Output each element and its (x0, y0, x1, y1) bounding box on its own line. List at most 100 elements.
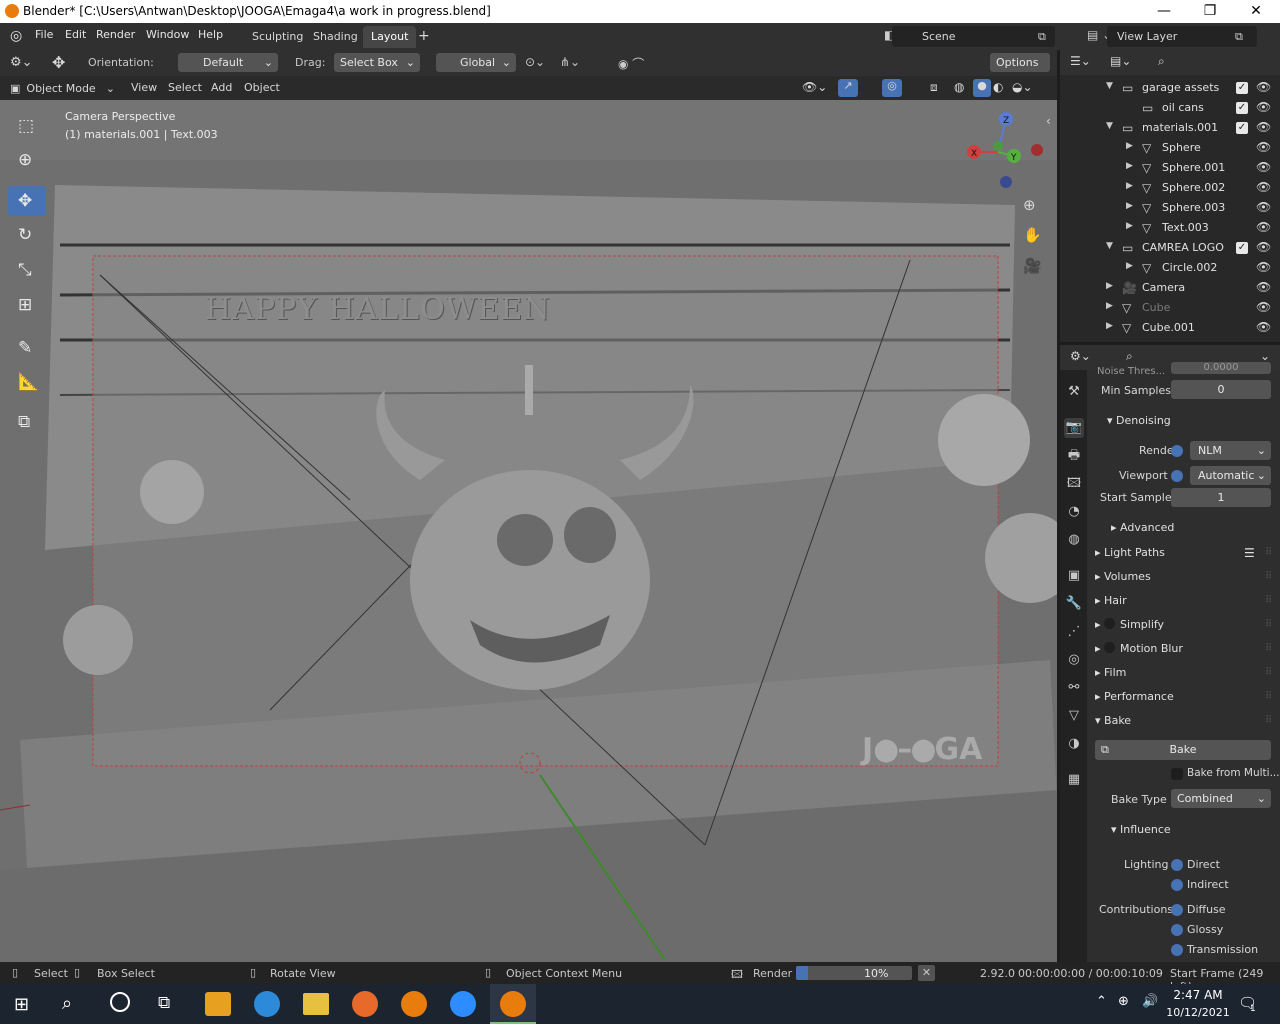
render-tab-icon[interactable]: 📷 (1064, 418, 1084, 438)
material-tab-icon[interactable]: ◑ (1064, 734, 1084, 754)
physics-tab-icon[interactable]: ◎ (1064, 650, 1084, 670)
panel-header-performance[interactable]: ▸ Performance ⠿ (1095, 686, 1275, 708)
maximize-button[interactable]: ❐ (1187, 0, 1233, 23)
editor-type-icon[interactable]: ☰⌄ (1070, 54, 1091, 68)
collapsed-triangle-icon[interactable]: ▶ (1126, 161, 1133, 171)
scene-tab-icon[interactable]: ◔ (1064, 502, 1084, 522)
exclude-checkbox[interactable]: ✓ (1236, 102, 1248, 114)
expand-triangle-icon[interactable]: ▼ (1106, 121, 1113, 131)
menu-edit[interactable]: Edit (65, 28, 86, 41)
transform-orientation-dropdown[interactable]: Global ⌄ (436, 53, 516, 72)
drag-grip-icon[interactable]: ⠿ (1265, 662, 1272, 684)
drag-grip-icon[interactable]: ⠿ (1265, 638, 1272, 660)
rendered-shading-icon[interactable]: ◒⌄ (1012, 80, 1033, 94)
outliner-row[interactable]: ▶ 🎥 Camera 👁 (1060, 278, 1280, 298)
file-explorer-icon[interactable] (303, 993, 329, 1015)
constraints-tab-icon[interactable]: ⚯ (1064, 678, 1084, 698)
data-tab-icon[interactable]: ▽ (1064, 706, 1084, 726)
gizmo-toggle-icon[interactable]: ↗ (838, 79, 858, 97)
display-mode-icon[interactable]: ▤⌄ (1110, 54, 1131, 68)
vp-menu-select[interactable]: Select (168, 81, 202, 94)
outliner-row[interactable]: ▶ ▽ Circle.002 👁 (1060, 258, 1280, 278)
visibility-eye-icon[interactable]: 👁 (1256, 160, 1271, 174)
solid-shading-icon[interactable]: ● (973, 79, 991, 97)
texture-tab-icon[interactable]: ▦ (1064, 770, 1084, 790)
sidebar-toggle-icon[interactable]: ‹ (1046, 114, 1051, 128)
task-view-icon[interactable]: ⧉ (158, 993, 170, 1013)
outliner-row[interactable]: ▶ ▽ Sphere 👁 (1060, 138, 1280, 158)
output-tab-icon[interactable]: 🖶 (1064, 446, 1084, 466)
tool-icon[interactable]: ⚙⌄ (10, 55, 33, 70)
visibility-eye-icon[interactable]: 👁 (1256, 300, 1271, 314)
cursor-tool-button[interactable]: ⊕ (8, 145, 46, 175)
snap-icon[interactable]: ⋔⌄ (560, 55, 580, 69)
noise-threshold-field[interactable]: 0.0000 (1171, 362, 1271, 374)
bake-from-multi-checkbox[interactable] (1171, 768, 1183, 780)
collapsed-triangle-icon[interactable]: ▶ (1106, 301, 1113, 311)
exclude-checkbox[interactable]: ✓ (1236, 82, 1248, 94)
drag-grip-icon[interactable]: ⠿ (1265, 542, 1272, 564)
outliner-row[interactable]: ▼ ▭ CAMREA LOGO ✓ 👁 (1060, 238, 1280, 258)
network-icon[interactable]: ⊕ (1118, 994, 1129, 1009)
outliner-row[interactable]: ▶ ▽ Cube.001 👁 (1060, 318, 1280, 338)
props-search-icon[interactable]: ⌕ (1126, 349, 1133, 364)
outliner-row[interactable]: ▭ oil cans ✓ 👁 (1060, 98, 1280, 118)
expand-triangle-icon[interactable]: ▼ (1106, 81, 1113, 91)
mode-dropdown[interactable]: ▣ Object Mode ⌄ (10, 80, 120, 98)
vp-menu-add[interactable]: Add (211, 81, 232, 94)
denoise-render-dropdown[interactable]: NLM ⌄ (1190, 441, 1271, 460)
windows-start-icon[interactable]: ⊞ (14, 994, 29, 1015)
panel-enable-checkbox[interactable] (1104, 618, 1116, 629)
denoise-viewport-dropdown[interactable]: Automatic ⌄ (1190, 466, 1271, 485)
glossy-checkbox[interactable] (1171, 924, 1183, 936)
visibility-icon[interactable]: 👁⌄ (802, 80, 827, 94)
menu-file[interactable]: File (35, 28, 53, 41)
camera-view-icon[interactable]: 🎥 (1023, 257, 1042, 275)
advanced-panel-header[interactable]: ▸ Advanced (1111, 517, 1174, 539)
drag-dropdown[interactable]: Select Box ⌄ (334, 53, 420, 72)
clock-time[interactable]: 2:47 AM (1172, 988, 1224, 1002)
move-tool-button[interactable]: ✥ (8, 186, 46, 216)
tray-chevron-icon[interactable]: ⌃ (1096, 994, 1107, 1009)
direct-checkbox[interactable] (1171, 859, 1183, 871)
outliner-row[interactable]: ▶ ▽ Sphere.002 👁 (1060, 178, 1280, 198)
collapsed-triangle-icon[interactable]: ▶ (1126, 181, 1133, 191)
xray-icon[interactable]: ⧈ (930, 80, 938, 95)
overlay-toggle-icon[interactable]: ◎ (882, 79, 902, 97)
zoom-icon[interactable]: ⊕ (1023, 196, 1036, 214)
outliner-row[interactable]: ▼ ▭ materials.001 ✓ 👁 (1060, 118, 1280, 138)
view-layer-field[interactable]: View Layer ⧉ (1107, 26, 1257, 47)
collapsed-triangle-icon[interactable]: ▶ (1126, 221, 1133, 231)
volume-icon[interactable]: 🔊 (1142, 994, 1158, 1009)
transmission-checkbox[interactable] (1171, 944, 1183, 956)
tab-shading[interactable]: Shading (305, 26, 366, 48)
wireframe-shading-icon[interactable]: ◍ (954, 80, 964, 94)
scene-field[interactable]: Scene ⧉ (892, 26, 1055, 47)
start-sample-field[interactable]: 1 (1171, 488, 1271, 507)
panel-enable-checkbox[interactable] (1104, 642, 1116, 653)
cancel-render-button[interactable]: ✕ (918, 965, 935, 981)
props-options-icon[interactable]: ⌄ (1260, 349, 1270, 363)
blender-menu-icon[interactable]: ◎ (10, 28, 22, 44)
visibility-eye-icon[interactable]: 👁 (1256, 100, 1271, 114)
rotate-tool-button[interactable]: ↻ (8, 220, 46, 250)
pan-hand-icon[interactable]: ✋ (1023, 226, 1042, 244)
pivot-icon[interactable]: ⊙⌄ (525, 55, 545, 69)
drag-grip-icon[interactable]: ⠿ (1265, 590, 1272, 612)
search-icon[interactable]: ⌕ (1158, 54, 1165, 69)
panel-header-film[interactable]: ▸ Film ⠿ (1095, 662, 1275, 684)
presets-list-icon[interactable]: ☰ (1244, 542, 1255, 564)
visibility-eye-icon[interactable]: 👁 (1256, 280, 1271, 294)
clock-date[interactable]: 10/12/2021 (1164, 1006, 1232, 1019)
3d-viewport[interactable]: HAPPY HALLOWEEN J●–●GA Camera Perspectiv… (0, 100, 1057, 962)
measure-tool-button[interactable]: 📐 (8, 367, 46, 397)
diffuse-checkbox[interactable] (1171, 904, 1183, 916)
collapsed-triangle-icon[interactable]: ▶ (1126, 201, 1133, 211)
material-shading-icon[interactable]: ◐ (993, 80, 1003, 94)
panel-header-hair[interactable]: ▸ Hair ⠿ (1095, 590, 1275, 612)
exclude-checkbox[interactable]: ✓ (1236, 242, 1248, 254)
view-layer-tab-icon[interactable]: 🖾 (1064, 474, 1084, 494)
visibility-eye-icon[interactable]: 👁 (1256, 180, 1271, 194)
panel-header-light-paths[interactable]: ▸ Light Paths ☰ ⠿ (1095, 542, 1275, 564)
denoising-panel-header[interactable]: ▾ Denoising (1107, 410, 1171, 432)
